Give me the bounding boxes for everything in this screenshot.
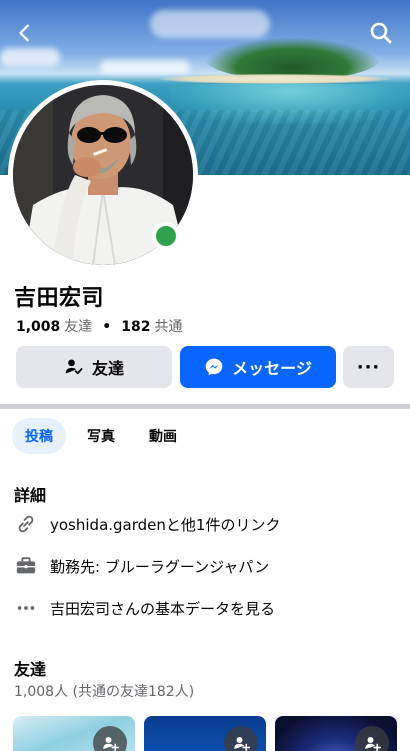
friend-card[interactable]	[275, 716, 397, 751]
tab-photos[interactable]: 写真	[74, 418, 128, 454]
message-button-label: メッセージ	[232, 359, 312, 378]
details-title: 詳細	[14, 486, 47, 505]
friend-card[interactable]	[13, 716, 135, 751]
profile-name: 吉田宏司	[14, 286, 105, 311]
mutual-count-label: 共通	[154, 319, 183, 335]
ellipsis-icon	[14, 596, 38, 620]
more-options-button[interactable]: ···	[343, 346, 394, 388]
friend-counts[interactable]: 1,008 友達 • 182 共通	[16, 316, 182, 336]
separator-dot: •	[102, 319, 112, 335]
mutual-count: 182	[121, 319, 151, 335]
add-friend-icon	[103, 737, 119, 751]
section-divider	[0, 404, 410, 409]
detail-work-text: 勤務先: ブルーラグーンジャパン	[50, 557, 270, 576]
add-friend-button[interactable]	[224, 726, 258, 751]
back-button[interactable]	[10, 18, 40, 48]
search-icon	[370, 22, 392, 44]
cover-cloud	[100, 60, 190, 74]
add-friend-button[interactable]	[93, 726, 127, 751]
add-friend-icon	[365, 737, 381, 751]
friends-count-label: 友達	[64, 319, 93, 335]
friend-card[interactable]	[144, 716, 266, 751]
friends-section-title: 友達	[14, 660, 47, 679]
ellipsis-icon: ···	[356, 356, 381, 378]
online-status-indicator	[152, 222, 180, 250]
briefcase-icon	[14, 554, 38, 578]
tab-posts[interactable]: 投稿	[12, 418, 66, 454]
detail-work[interactable]: 勤務先: ブルーラグーンジャパン	[14, 554, 269, 578]
tab-videos[interactable]: 動画	[136, 418, 190, 454]
detail-basic-info[interactable]: 吉田宏司さんの基本データを見る	[14, 596, 275, 620]
friends-section-subtitle: 1,008人 (共通の友達182人)	[14, 684, 195, 700]
detail-basic-info-text: 吉田宏司さんの基本データを見る	[50, 599, 276, 618]
chevron-left-icon	[19, 24, 29, 42]
cover-cloud	[150, 10, 270, 38]
profile-tabs: 投稿 写真 動画	[12, 418, 190, 454]
add-friend-button[interactable]	[355, 726, 389, 751]
friends-button-label: 友達	[91, 359, 124, 378]
friends-count: 1,008	[16, 319, 61, 335]
cover-cloud	[0, 48, 60, 66]
messenger-icon	[205, 358, 223, 376]
detail-links-text: yoshida.gardenと他1件のリンク	[50, 515, 281, 534]
link-icon	[14, 512, 38, 536]
message-button[interactable]: メッセージ	[180, 346, 336, 388]
user-check-icon	[65, 359, 83, 375]
friends-button[interactable]: 友達	[16, 346, 172, 388]
cover-beach	[160, 74, 390, 84]
search-button[interactable]	[366, 18, 396, 48]
detail-links[interactable]: yoshida.gardenと他1件のリンク	[14, 512, 280, 536]
add-friend-icon	[234, 737, 250, 751]
